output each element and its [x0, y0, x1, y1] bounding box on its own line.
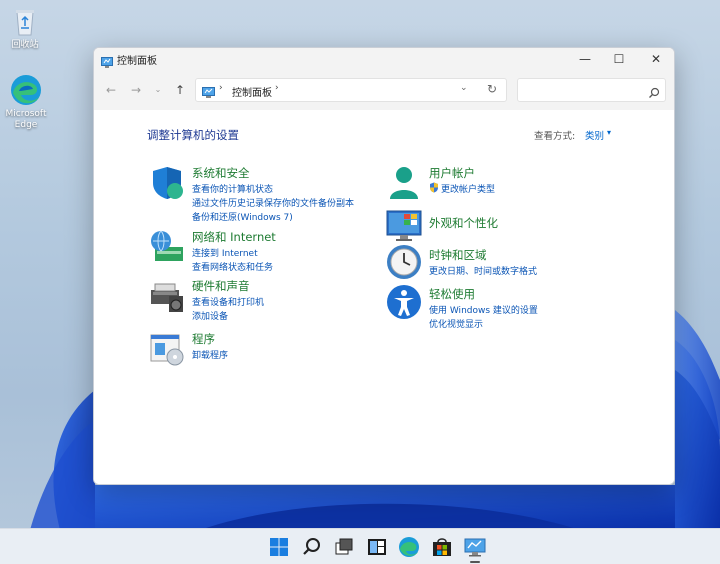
category-title[interactable]: 轻松使用: [429, 286, 475, 302]
close-icon: ✕: [650, 52, 662, 66]
view-by-dropdown[interactable]: 类别: [585, 128, 604, 142]
breadcrumb-separator[interactable]: ›: [275, 83, 279, 93]
category-link[interactable]: 使用 Windows 建议的设置: [429, 303, 538, 316]
category-title[interactable]: 硬件和声音: [192, 278, 250, 294]
page-title: 调整计算机的设置: [147, 128, 239, 142]
address-dropdown-icon[interactable]: ⌄: [460, 83, 468, 93]
monitor-palette-icon[interactable]: [386, 207, 422, 243]
search-input[interactable]: [522, 82, 642, 98]
store-icon[interactable]: [431, 536, 453, 558]
desktop-icon-label: 回收站: [11, 40, 39, 50]
search-box[interactable]: [517, 78, 666, 102]
user-icon[interactable]: [386, 165, 422, 201]
start-icon[interactable]: [268, 536, 290, 558]
category-title[interactable]: 系统和安全: [192, 165, 250, 181]
control-panel-icon: [101, 53, 113, 68]
task-view-icon[interactable]: [333, 536, 355, 558]
up-button[interactable]: ↑: [171, 82, 189, 98]
accessibility-icon[interactable]: [386, 284, 422, 320]
category-title[interactable]: 外观和个性化: [429, 215, 498, 231]
title-bar[interactable]: 控制面板 — ☐ ✕: [94, 48, 674, 70]
control-panel-icon[interactable]: [464, 536, 486, 558]
search-icon[interactable]: [648, 84, 660, 98]
breadcrumb-separator[interactable]: ›: [219, 83, 223, 93]
taskbar: [0, 528, 720, 564]
network-globe-icon[interactable]: [149, 229, 185, 265]
category-network-internet: 网络和 Internet 连接到 Internet 查看网络状态和任务: [149, 229, 379, 273]
category-title[interactable]: 用户帐户: [429, 165, 475, 181]
category-link[interactable]: 查看网络状态和任务: [192, 260, 273, 273]
edge-icon[interactable]: [398, 536, 420, 558]
view-by-label: 查看方式:: [534, 131, 576, 142]
breadcrumb-control-panel[interactable]: 控制面板: [232, 84, 272, 99]
category-link[interactable]: 添加设备: [192, 309, 228, 322]
widgets-icon[interactable]: [366, 536, 388, 558]
category-link[interactable]: 连接到 Internet: [192, 246, 258, 259]
category-link[interactable]: 查看你的计算机状态: [192, 182, 273, 195]
back-button[interactable]: ←: [102, 82, 120, 98]
edge-icon: [9, 73, 43, 107]
category-title[interactable]: 程序: [192, 331, 215, 347]
refresh-icon[interactable]: ↻: [487, 82, 497, 96]
category-link[interactable]: 卸载程序: [192, 348, 228, 361]
category-title[interactable]: 时钟和区域: [429, 247, 487, 263]
active-app-indicator: [470, 561, 480, 563]
category-appearance: 外观和个性化: [386, 207, 616, 241]
category-clock-region: 时钟和区域 更改日期、时间或数字格式: [386, 244, 616, 284]
recent-locations-button[interactable]: ⌄: [149, 82, 167, 98]
desktop-icon-label: Microsoft Edge: [5, 109, 47, 130]
desktop-icon-recycle-bin[interactable]: 回收站: [0, 4, 50, 51]
clock-globe-icon[interactable]: [386, 244, 422, 280]
address-bar[interactable]: › 控制面板 › ⌄ ↻: [195, 78, 507, 102]
category-link[interactable]: 备份和还原(Windows 7): [192, 210, 293, 223]
category-link[interactable]: 查看设备和打印机: [192, 295, 264, 308]
category-hardware-sound: 硬件和声音 查看设备和打印机 添加设备: [149, 278, 379, 322]
shield-icon[interactable]: [149, 165, 185, 201]
programs-icon[interactable]: [149, 331, 185, 367]
control-panel-window: 控制面板 — ☐ ✕ ← → ⌄ ↑ › 控制面板 › ⌄ ↻ 调整计算机的设置…: [93, 47, 675, 485]
navigation-bar: ← → ⌄ ↑ › 控制面板 › ⌄ ↻: [94, 70, 674, 110]
maximize-icon: ☐: [613, 52, 625, 66]
category-link[interactable]: 优化视觉显示: [429, 317, 483, 330]
search-icon[interactable]: [301, 536, 323, 558]
category-link[interactable]: 更改帐户类型: [441, 182, 495, 195]
forward-button[interactable]: →: [127, 82, 145, 98]
category-title[interactable]: 网络和 Internet: [192, 229, 276, 245]
printer-speaker-icon[interactable]: [149, 278, 185, 314]
category-link[interactable]: 更改日期、时间或数字格式: [429, 264, 537, 277]
minimize-button[interactable]: —: [568, 48, 602, 70]
control-panel-icon: [202, 84, 215, 98]
category-programs: 程序 卸载程序: [149, 331, 379, 367]
category-user-accounts: 用户帐户 更改帐户类型: [386, 165, 616, 201]
uac-shield-icon: [429, 182, 439, 196]
category-ease-of-access: 轻松使用 使用 Windows 建议的设置 优化视觉显示: [386, 284, 616, 330]
window-title: 控制面板: [117, 56, 157, 67]
minimize-icon: —: [579, 52, 591, 66]
recycle-bin-icon: [8, 4, 42, 38]
close-button[interactable]: ✕: [639, 48, 673, 70]
desktop-icon-edge[interactable]: Microsoft Edge: [1, 73, 51, 131]
chevron-down-icon[interactable]: ▾: [607, 128, 611, 137]
category-system-security: 系统和安全 查看你的计算机状态 通过文件历史记录保存你的文件备份副本 备份和还原…: [149, 165, 379, 225]
category-link[interactable]: 通过文件历史记录保存你的文件备份副本: [192, 196, 354, 209]
maximize-button[interactable]: ☐: [602, 48, 636, 70]
content-area: 调整计算机的设置 查看方式: 类别 ▾ 系统和安全 查看你的计算机状态 通过文件…: [94, 110, 674, 484]
